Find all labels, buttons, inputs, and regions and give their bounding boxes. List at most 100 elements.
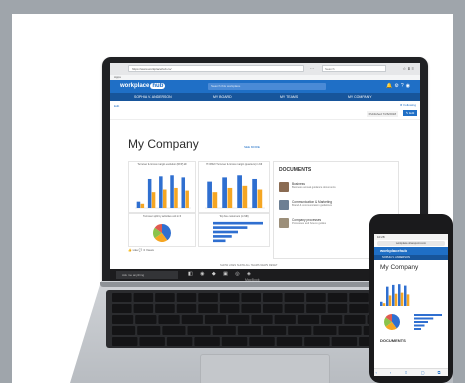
- news-tabs[interactable]: SHOW LIKES SHOW ALL TEAMS NEWS RESET: [220, 264, 278, 267]
- bar: [151, 192, 156, 208]
- nav-profile[interactable]: SOPHIA V. ANDERSON: [134, 93, 172, 101]
- keyboard-key: [284, 304, 305, 313]
- phone-url-bar[interactable]: workplace.sharepoint.com: [377, 241, 445, 246]
- keyboard-key: [263, 304, 283, 313]
- keyboard-key: [139, 337, 165, 346]
- keyboard-key: [176, 293, 197, 302]
- browser-url-bar[interactable]: https://www.workplacehub.co/: [128, 65, 304, 72]
- workplacehub-logo[interactable]: workplace hub: [120, 82, 166, 91]
- bar: [213, 239, 226, 243]
- keyboard-key: [137, 326, 161, 335]
- keyboard-key: [219, 304, 240, 313]
- keyboard-key: [112, 326, 136, 335]
- bar: [136, 201, 141, 208]
- bar: [252, 178, 257, 208]
- trackpad: [200, 354, 330, 383]
- keyboard-key: [158, 315, 180, 324]
- document-thumbnail: [279, 200, 289, 210]
- bar: [212, 192, 218, 208]
- keyboard-key: [263, 326, 287, 335]
- keyboard-key: [162, 326, 186, 335]
- document-item[interactable]: Communication & Marketing Brand & commun…: [279, 200, 394, 212]
- keyboard-key: [306, 304, 326, 313]
- phone-nav[interactable]: SOPHIA V. ANDERSON: [374, 255, 448, 260]
- nav-my-board[interactable]: MY BOARD: [213, 93, 232, 101]
- keyboard-key: [155, 304, 175, 313]
- bar: [170, 175, 174, 208]
- taskbar-app-icons[interactable]: ◧ ◉ ◆ ▣ ◎ ◈: [188, 271, 254, 277]
- chart-card-2: IT OPEX Turnover & Gross margin (quarter…: [198, 161, 270, 213]
- document-desc: Business annual guidance documents: [292, 186, 336, 189]
- chart-3-svg: [153, 224, 171, 242]
- keyboard-key: [198, 293, 218, 302]
- following-toggle[interactable]: ★ Following: [400, 103, 416, 107]
- bar: [406, 294, 410, 306]
- app-header: workplace hub Search this workplace 🔔⚙?◉: [110, 80, 420, 93]
- document-thumbnail: [279, 218, 289, 228]
- edit-link[interactable]: Edit: [114, 104, 119, 108]
- bar: [380, 301, 383, 306]
- bar: [140, 203, 145, 208]
- bar: [213, 235, 232, 238]
- taskbar-search[interactable]: Ask me anything: [116, 271, 178, 279]
- keyboard-key: [112, 337, 138, 346]
- keyboard-key: [321, 315, 343, 324]
- chart-4-svg: [213, 221, 263, 243]
- keyboard-key: [228, 315, 250, 324]
- browser-search-input[interactable]: Search: [322, 65, 386, 72]
- phone-status-bar: 10:28: [374, 234, 448, 240]
- bar: [147, 178, 152, 208]
- logo-hub: hub: [150, 83, 166, 89]
- smartphone: 10:28 workplace.sharepoint.com workplace…: [369, 214, 453, 383]
- bar: [213, 230, 238, 234]
- keyboard-key: [344, 315, 366, 324]
- keyboard-key: [331, 337, 358, 346]
- browser-menu-icon[interactable]: ⋯: [310, 66, 314, 71]
- browser-extension-icons[interactable]: ☆ ⬇ ≡: [403, 66, 415, 71]
- chart-card-3: Turnover split by activities unit in €: [128, 213, 196, 247]
- keyboard-key: [327, 304, 348, 313]
- bar: [382, 303, 386, 306]
- keyboard-key: [133, 293, 154, 302]
- bar: [394, 293, 398, 306]
- document-item[interactable]: Business Business annual guidance docume…: [279, 182, 394, 194]
- keyboard-key: [241, 293, 261, 302]
- app-search-input[interactable]: Search this workplace: [208, 83, 326, 90]
- page-subbar: Edit ★ Following Published 7/26/2018 ✎ E…: [110, 101, 420, 120]
- keyboard-key: [276, 337, 303, 346]
- phone-safari-toolbar[interactable]: ‹ › ⇧ ▢ ⧉: [374, 368, 448, 376]
- edit-button[interactable]: ✎ Edit: [403, 110, 417, 116]
- like-views-row[interactable]: 👍 Like 💬 0 Views: [128, 248, 154, 252]
- keyboard-key: [212, 326, 236, 335]
- bar: [213, 226, 248, 229]
- header-icons[interactable]: 🔔⚙?◉: [386, 83, 412, 89]
- phone-logo[interactable]: workplacehub: [380, 248, 407, 254]
- keyboard-key: [219, 293, 240, 302]
- bar: [414, 321, 428, 323]
- bar: [414, 324, 425, 327]
- keyboard-key: [313, 326, 337, 335]
- bar: [227, 187, 233, 208]
- keyboard-key: [112, 293, 132, 302]
- nav-my-company[interactable]: MY COMPANY: [348, 93, 372, 101]
- keyboard-key: [241, 304, 261, 313]
- keyboard-key: [306, 293, 326, 302]
- see-more-link[interactable]: SEE MORE: [244, 145, 260, 149]
- chart-2-svg: [205, 175, 265, 209]
- bar: [237, 175, 242, 208]
- phone-charts: [380, 284, 442, 330]
- phone-app-header: workplacehub: [374, 247, 448, 255]
- nav-my-teams[interactable]: MY TEAMS: [280, 93, 298, 101]
- keyboard-key: [187, 326, 211, 335]
- keyboard-key: [166, 337, 193, 346]
- keyboard-key: [155, 293, 175, 302]
- keyboard-key: [349, 293, 369, 302]
- bar: [207, 181, 212, 208]
- bar: [185, 190, 189, 208]
- chart-1-svg: [135, 175, 191, 209]
- bar: [222, 177, 227, 208]
- bar: [163, 189, 167, 208]
- keyboard-key: [176, 304, 197, 313]
- documents-heading: DOCUMENTS: [279, 167, 312, 173]
- keyboard-key: [338, 326, 362, 335]
